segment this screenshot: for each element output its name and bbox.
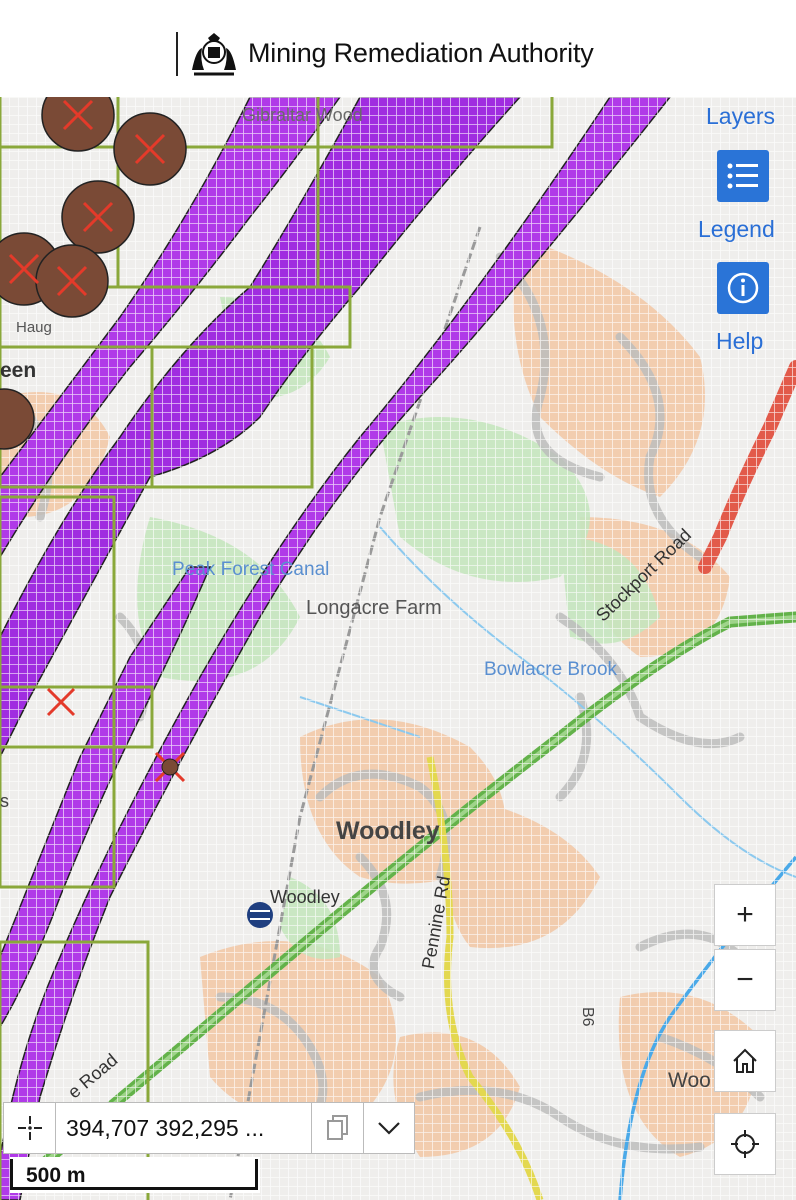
label-een: een [0, 359, 37, 382]
home-icon [733, 1048, 757, 1073]
map-canvas[interactable]: Gibraltar Wood Haug een Peak Forest Cana… [0, 97, 796, 1200]
copy-coordinates-button[interactable] [312, 1103, 364, 1153]
coordinate-bar: 394,707 392,295 ... [3, 1102, 415, 1154]
shaft-marker [161, 758, 179, 776]
label-b-road: B6 [579, 1007, 596, 1027]
coordinate-value: 394,707 392,295 ... [66, 1114, 265, 1141]
royal-coat-of-arms-icon [192, 33, 236, 76]
label-road-bottom-right: Woo [668, 1069, 711, 1092]
map-base [0, 97, 796, 1200]
locate-button[interactable] [714, 1113, 776, 1175]
label-peak-forest-canal: Peak Forest Canal [172, 559, 330, 580]
chevron-down-icon [378, 1122, 400, 1135]
expand-coordinates-button[interactable] [364, 1103, 414, 1153]
app-header: Mining Remediation Authority [0, 0, 796, 97]
label-haug: Haug [16, 319, 52, 336]
home-button[interactable] [714, 1030, 776, 1092]
label-longacre-farm: Longacre Farm [306, 597, 442, 619]
organisation-name: Mining Remediation Authority [248, 38, 594, 68]
layers-label[interactable]: Layers [706, 103, 775, 130]
scale-bar: 500 m [10, 1157, 260, 1193]
legend-label[interactable]: Legend [698, 216, 775, 243]
crosshair-icon [17, 1116, 42, 1140]
scale-label: 500 m [26, 1164, 86, 1187]
zoom-in-button[interactable]: + [714, 884, 776, 946]
label-bowlacre-brook: Bowlacre Brook [484, 659, 618, 680]
label-s: s [0, 791, 9, 811]
label-gibraltar-wood: Gibraltar Wood [242, 105, 363, 125]
crosshair-locate-icon [731, 1130, 759, 1158]
coordinate-readout: 394,707 392,295 ... [56, 1103, 312, 1153]
zoom-out-button[interactable]: − [714, 949, 776, 1011]
label-woodley-station: Woodley [270, 887, 340, 907]
coordinate-mode-button[interactable] [4, 1103, 56, 1153]
list-icon [727, 163, 758, 189]
copy-icon [326, 1115, 348, 1140]
info-icon [727, 272, 759, 304]
help-button[interactable] [717, 262, 769, 314]
label-woodley-town: Woodley [336, 817, 440, 845]
header-divider [176, 32, 178, 76]
help-label[interactable]: Help [716, 328, 763, 355]
legend-button[interactable] [717, 150, 769, 202]
